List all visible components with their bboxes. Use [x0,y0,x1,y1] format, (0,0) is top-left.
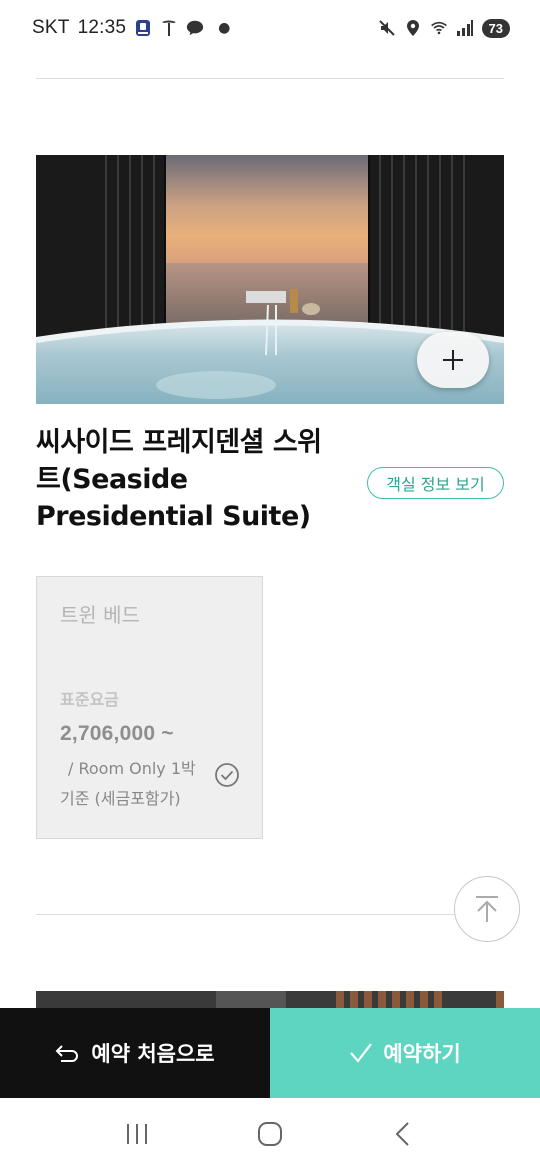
top-divider [36,78,504,79]
system-nav-bar [0,1098,540,1170]
notification-dot-icon: ● [218,20,231,36]
signal-icon [456,19,474,37]
back-to-start-label: 예약 처음으로 [91,1042,215,1066]
rate-label: 표준요금 [60,690,119,709]
price-note: / Room Only 1박 기준 (세금포함가) [60,754,210,814]
price-note-line2: 기준 (세금포함가) [60,789,181,808]
mute-icon [378,19,396,37]
recent-apps-icon [126,1124,147,1144]
section-divider [36,914,456,915]
plus-icon [443,350,463,370]
app-notification-icon [134,19,152,37]
reserve-label: 예약하기 [383,1042,461,1066]
back-chevron-icon [395,1122,410,1146]
kakaotalk-icon [186,19,204,37]
bottom-action-bar: 예약 처음으로 예약하기 [0,1008,540,1098]
room-title: 씨사이드 프레지덴셜 스위트(Seaside Presidential Suit… [36,427,322,532]
wifi-icon [430,19,448,37]
location-icon [404,19,422,37]
back-button[interactable] [383,1114,423,1154]
carrier-label: SKT [32,17,70,38]
back-to-start-button[interactable]: 예약 처음으로 [0,1008,270,1098]
tesla-icon [160,19,178,37]
home-icon [257,1122,282,1146]
image-zoom-button[interactable] [417,332,489,388]
check-circle-icon[interactable] [214,762,240,788]
status-bar: SKT 12:35 ● 73 [0,0,540,56]
arrow-up-icon [476,896,498,922]
home-button[interactable] [250,1114,290,1154]
recent-apps-button[interactable] [117,1114,157,1154]
scroll-top-button[interactable] [454,876,520,942]
return-arrow-icon [55,1045,79,1062]
reserve-button[interactable]: 예약하기 [270,1008,540,1098]
price-note-line1: / Room Only 1박 [68,759,196,778]
battery-indicator: 73 [481,18,510,38]
room-info-button[interactable]: 객실 정보 보기 [367,467,504,499]
time-label: 12:35 [77,17,127,38]
bed-type-label: 트윈 베드 [60,603,140,627]
check-icon [350,1043,373,1063]
price-label: 2,706,000 ~ [60,722,174,745]
bed-option-card[interactable]: 트윈 베드 표준요금 2,706,000 ~ / Room Only 1박 기준… [36,576,263,839]
